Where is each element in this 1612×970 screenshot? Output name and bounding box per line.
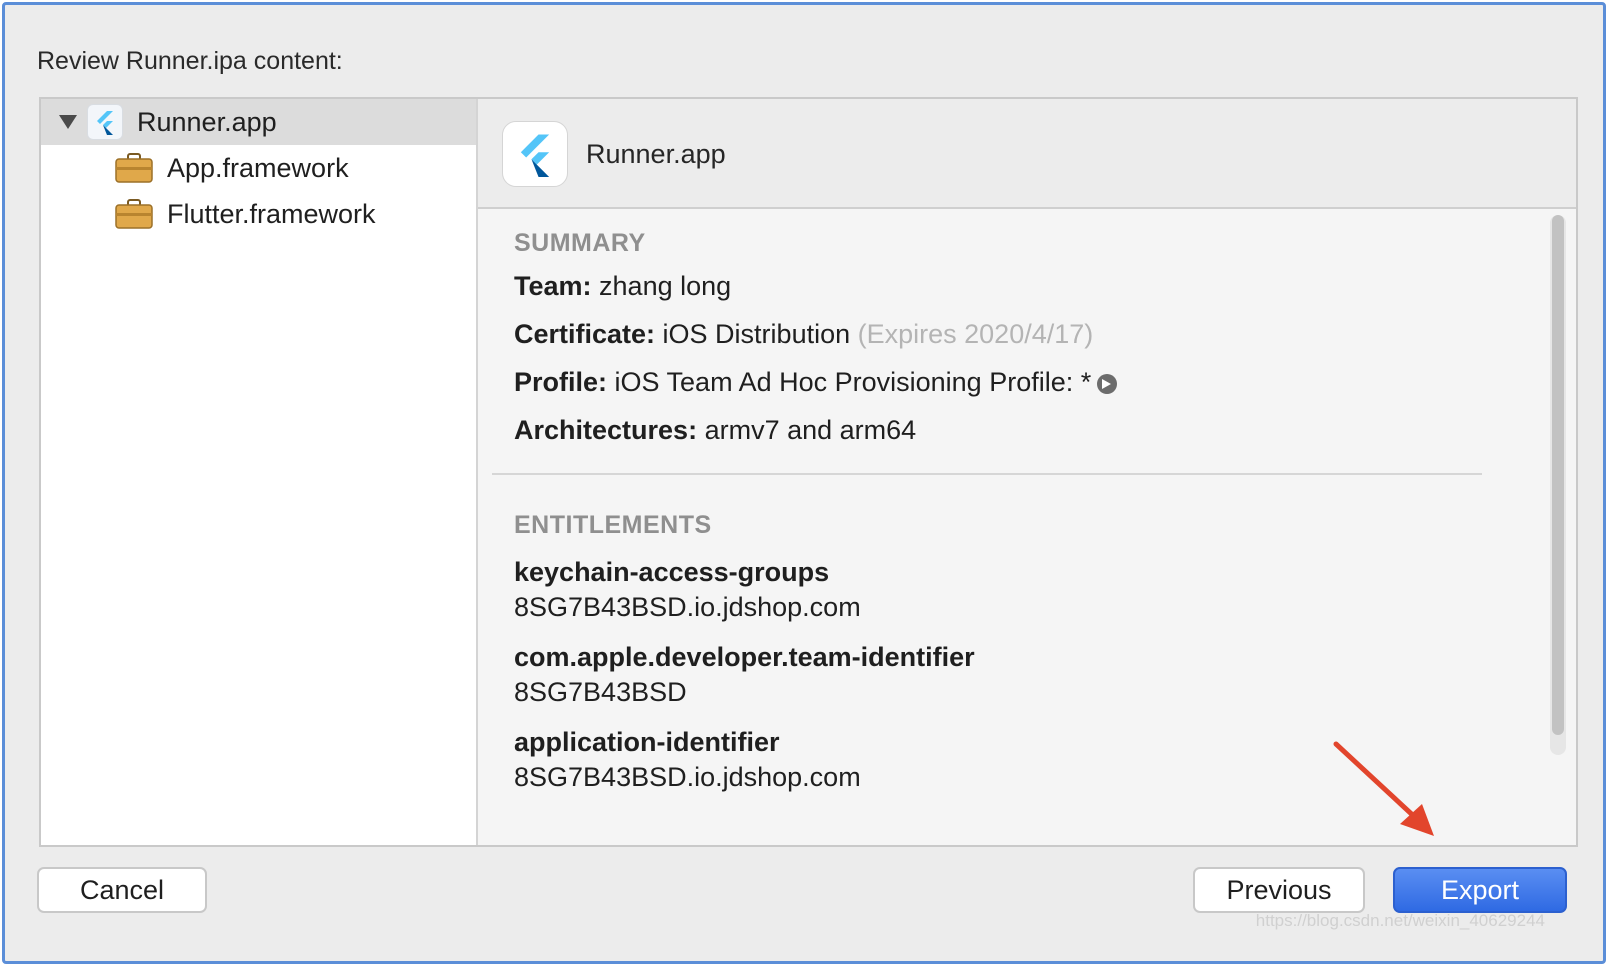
- certificate-row: Certificate: iOS Distribution (Expires 2…: [514, 319, 1093, 350]
- entitlement-key: keychain-access-groups: [514, 557, 830, 587]
- scrollbar-thumb[interactable]: [1552, 215, 1564, 735]
- dialog-title: Review Runner.ipa content:: [37, 47, 343, 75]
- annotation-arrow-icon: [1333, 741, 1434, 836]
- profile-row: Profile: iOS Team Ad Hoc Provisioning Pr…: [514, 367, 1118, 398]
- sidebar: Runner.app App.framework Flutter.framewo…: [41, 99, 478, 845]
- sidebar-item-label: Runner.app: [137, 106, 277, 137]
- team-label: Team:: [514, 271, 592, 301]
- team-row: Team: zhang long: [514, 271, 731, 302]
- export-button[interactable]: Export: [1393, 867, 1567, 913]
- entitlement-key: com.apple.developer.team-identifier: [514, 642, 975, 672]
- watermark: https://blog.csdn.net/weixin_40629244: [1255, 911, 1545, 930]
- entitlements-heading: ENTITLEMENTS: [514, 511, 712, 539]
- architectures-label: Architectures:: [514, 415, 698, 445]
- entitlement-value: 8SG7B43BSD.io.jdshop.com: [514, 592, 861, 622]
- sidebar-item-runner-app[interactable]: Runner.app: [41, 99, 476, 145]
- detail-title: Runner.app: [586, 139, 726, 169]
- certificate-expiry: (Expires 2020/4/17): [857, 319, 1094, 349]
- sidebar-item-label: App.framework: [167, 152, 349, 183]
- flutter-app-icon: [502, 121, 568, 187]
- previous-button[interactable]: Previous: [1193, 867, 1365, 913]
- architectures-value: armv7 and arm64: [697, 415, 917, 445]
- detail-header: Runner.app: [478, 99, 1576, 209]
- sidebar-item-label: Flutter.framework: [167, 198, 376, 229]
- vertical-scrollbar[interactable]: [1550, 215, 1566, 755]
- certificate-value: iOS Distribution: [655, 319, 858, 349]
- profile-value: iOS Team Ad Hoc Provisioning Profile: *: [607, 367, 1092, 397]
- section-divider: [492, 473, 1482, 475]
- briefcase-icon: [115, 153, 153, 183]
- certificate-label: Certificate:: [514, 319, 656, 349]
- profile-label: Profile:: [514, 367, 608, 397]
- go-arrow-icon[interactable]: [1097, 373, 1118, 394]
- entitlement-key: application-identifier: [514, 727, 780, 757]
- flutter-icon: [87, 104, 123, 140]
- sidebar-item-app-framework[interactable]: App.framework: [41, 145, 476, 191]
- cancel-button[interactable]: Cancel: [37, 867, 207, 913]
- summary-heading: SUMMARY: [514, 229, 646, 257]
- sidebar-item-flutter-framework[interactable]: Flutter.framework: [41, 191, 476, 237]
- architectures-row: Architectures: armv7 and arm64: [514, 415, 916, 446]
- entitlement-value: 8SG7B43BSD.io.jdshop.com: [514, 762, 861, 792]
- disclosure-triangle-icon[interactable]: [59, 115, 77, 129]
- briefcase-icon: [115, 199, 153, 229]
- entitlement-value: 8SG7B43BSD: [514, 677, 687, 707]
- content-panel: Runner.app App.framework Flutter.framewo…: [39, 97, 1578, 847]
- team-value: zhang long: [591, 271, 732, 301]
